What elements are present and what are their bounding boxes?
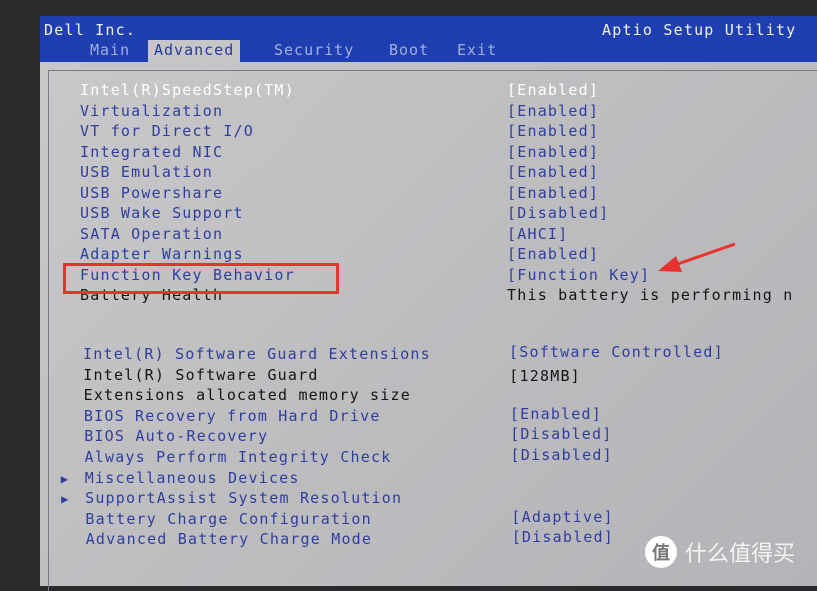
watermark: 值 什么值得买	[645, 536, 795, 568]
watermark-text: 什么值得买	[685, 542, 796, 567]
red-arrow-icon	[658, 242, 736, 272]
watermark-logo: 值	[645, 536, 677, 568]
